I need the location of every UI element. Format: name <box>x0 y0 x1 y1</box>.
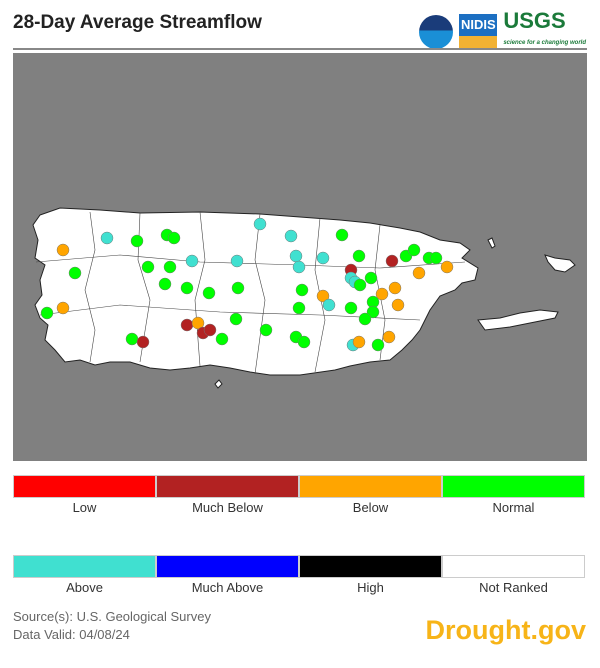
gauge-normal[interactable] <box>297 335 311 349</box>
legend-swatch-low <box>13 475 156 498</box>
gauge-above[interactable] <box>316 251 330 265</box>
gauge-below[interactable] <box>352 335 366 349</box>
legend-swatch-much-above <box>156 555 299 578</box>
map-svg <box>32 207 576 389</box>
legend-swatch-much-below <box>156 475 299 498</box>
gauge-above[interactable] <box>284 229 298 243</box>
legend-swatch-above <box>13 555 156 578</box>
legend-labels-row-2: Above Much Above High Not Ranked <box>13 580 585 595</box>
streamflow-map <box>13 53 587 461</box>
gauge-above[interactable] <box>253 217 267 231</box>
gauge-above[interactable] <box>289 249 303 263</box>
legend-swatch-not-ranked <box>442 555 585 578</box>
gauge-normal[interactable] <box>231 281 245 295</box>
legend-label: Low <box>72 500 97 515</box>
legend-label: Above <box>66 580 103 595</box>
gauge-much-below[interactable] <box>136 335 150 349</box>
gauge-below[interactable] <box>412 266 426 280</box>
gauge-normal[interactable] <box>344 301 358 315</box>
source-text: Source(s): U.S. Geological Survey <box>13 609 211 624</box>
islet <box>487 237 496 249</box>
gauge-normal[interactable] <box>229 312 243 326</box>
gauge-below[interactable] <box>56 301 70 315</box>
gauge-normal[interactable] <box>68 266 82 280</box>
header-divider <box>13 48 587 50</box>
drought-gov-brand[interactable]: Drought.gov <box>426 615 586 646</box>
legend-label: Below <box>352 500 389 515</box>
gauge-below[interactable] <box>440 260 454 274</box>
gauge-much-below[interactable] <box>180 318 194 332</box>
legend-label: Not Ranked <box>479 580 548 595</box>
gauge-below[interactable] <box>388 281 402 295</box>
gauge-normal[interactable] <box>335 228 349 242</box>
legend-label: Much Above <box>191 580 264 595</box>
gauge-above[interactable] <box>230 254 244 268</box>
gauge-normal[interactable] <box>364 271 378 285</box>
legend-label: Much Below <box>192 500 263 515</box>
culebra-island <box>544 254 576 273</box>
data-valid-text: Data Valid: 04/08/24 <box>13 627 130 642</box>
gauge-normal[interactable] <box>202 286 216 300</box>
gauge-normal[interactable] <box>215 332 229 346</box>
legend-labels-row-1: Low Much Below Below Normal <box>13 500 585 515</box>
gauge-normal[interactable] <box>292 301 306 315</box>
gauge-normal[interactable] <box>163 260 177 274</box>
gauge-normal[interactable] <box>429 251 443 265</box>
gauge-above[interactable] <box>292 260 306 274</box>
gauge-normal[interactable] <box>125 332 139 346</box>
gauge-above[interactable] <box>185 254 199 268</box>
gauge-below[interactable] <box>391 298 405 312</box>
gauge-normal[interactable] <box>352 249 366 263</box>
vieques-island <box>477 309 559 331</box>
gauge-normal[interactable] <box>407 243 421 257</box>
gauge-much-below[interactable] <box>385 254 399 268</box>
gauge-normal[interactable] <box>167 231 181 245</box>
gauge-normal[interactable] <box>295 283 309 297</box>
gauge-normal[interactable] <box>40 306 54 320</box>
caja-de-muertos <box>214 379 223 389</box>
gauge-much-below[interactable] <box>203 323 217 337</box>
gauge-normal[interactable] <box>180 281 194 295</box>
gauge-normal[interactable] <box>130 234 144 248</box>
main-island <box>32 207 479 376</box>
page-title: 28-Day Average Streamflow <box>13 12 262 33</box>
gauge-below[interactable] <box>382 330 396 344</box>
legend-swatches-row-2 <box>13 555 585 578</box>
gauge-normal[interactable] <box>141 260 155 274</box>
legend-label: Normal <box>492 500 535 515</box>
gauge-normal[interactable] <box>353 278 367 292</box>
gauge-above[interactable] <box>322 298 336 312</box>
legend-swatch-below <box>299 475 442 498</box>
legend-label: High <box>357 580 384 595</box>
legend-swatch-high <box>299 555 442 578</box>
gauge-normal[interactable] <box>371 338 385 352</box>
gauge-normal[interactable] <box>358 312 372 326</box>
noaa-logo <box>419 15 454 49</box>
gauge-normal[interactable] <box>259 323 273 337</box>
legend-swatches-row-1 <box>13 475 585 498</box>
legend-swatch-normal <box>442 475 585 498</box>
nidis-logo: NIDIS <box>459 14 498 50</box>
gauge-below[interactable] <box>56 243 70 257</box>
gauge-above[interactable] <box>100 231 114 245</box>
gauge-normal[interactable] <box>158 277 172 291</box>
